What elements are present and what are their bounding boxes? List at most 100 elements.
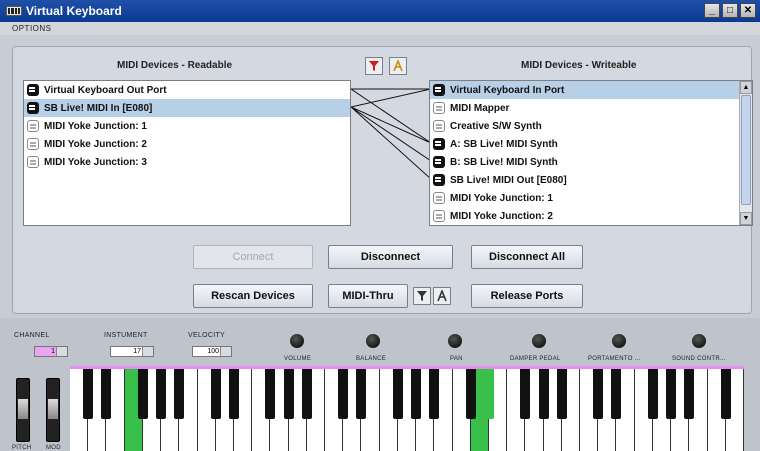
midi-port-icon bbox=[433, 210, 445, 222]
damper-pedal-knob[interactable] bbox=[532, 334, 546, 348]
readable-devices-list[interactable]: Virtual Keyboard Out Port SB Live! MIDI I… bbox=[23, 80, 351, 226]
readable-device-item[interactable]: Virtual Keyboard Out Port bbox=[24, 81, 350, 99]
black-key[interactable] bbox=[411, 369, 422, 419]
readable-device-item[interactable]: MIDI Yoke Junction: 1 bbox=[24, 117, 350, 135]
readable-device-item[interactable]: MIDI Yoke Junction: 3 bbox=[24, 153, 350, 171]
midi-port-icon bbox=[433, 102, 445, 114]
balance-knob[interactable] bbox=[366, 334, 380, 348]
pitch-wheel[interactable] bbox=[16, 378, 30, 442]
portamento-label: PORTAMENTO ... bbox=[588, 356, 641, 362]
portamento-knob[interactable] bbox=[612, 334, 626, 348]
mod-wheel[interactable] bbox=[46, 378, 60, 442]
readable-device-item-label: MIDI Yoke Junction: 3 bbox=[44, 156, 147, 168]
minimize-button[interactable]: _ bbox=[704, 3, 720, 18]
rescan-devices-button[interactable]: Rescan Devices bbox=[193, 284, 313, 308]
black-key[interactable] bbox=[465, 369, 476, 419]
keyboard-app-icon bbox=[6, 6, 22, 16]
midi-thru-button[interactable]: MIDI-Thru bbox=[328, 284, 408, 308]
writeable-device-item-label: MIDI Yoke Junction: 1 bbox=[450, 192, 553, 204]
black-key[interactable] bbox=[338, 369, 349, 419]
disconnect-button[interactable]: Disconnect bbox=[328, 245, 453, 269]
scroll-up-arrow-icon[interactable]: ▲ bbox=[740, 81, 752, 94]
channel-label: CHANNEL bbox=[14, 332, 50, 339]
black-key[interactable] bbox=[265, 369, 276, 419]
writeable-scrollbar[interactable]: ▲ ▼ bbox=[739, 81, 752, 225]
release-ports-button[interactable]: Release Ports bbox=[471, 284, 583, 308]
channel-spinner[interactable]: 1 bbox=[34, 346, 68, 357]
black-key[interactable] bbox=[101, 369, 112, 419]
black-key[interactable] bbox=[720, 369, 731, 419]
scroll-down-arrow-icon[interactable]: ▼ bbox=[740, 212, 752, 225]
readable-device-item[interactable]: MIDI Yoke Junction: 2 bbox=[24, 135, 350, 153]
velocity-spinner[interactable]: 100 bbox=[192, 346, 232, 357]
black-key[interactable] bbox=[356, 369, 367, 419]
midi-thru-font-button[interactable] bbox=[433, 287, 451, 305]
black-key[interactable] bbox=[684, 369, 695, 419]
black-key[interactable] bbox=[593, 369, 604, 419]
black-key[interactable] bbox=[210, 369, 221, 419]
midi-port-icon bbox=[27, 84, 39, 96]
writeable-device-item[interactable]: Creative S/W Synth bbox=[430, 117, 752, 135]
device-panel: MIDI Devices - Readable MIDI Devices - W… bbox=[12, 46, 753, 314]
writeable-device-item-label: SB Live! MIDI Out [E080] bbox=[450, 174, 567, 186]
midi-port-icon bbox=[27, 120, 39, 132]
black-key[interactable] bbox=[392, 369, 403, 419]
writeable-device-item[interactable]: MIDI Yoke Junction: 2 bbox=[430, 207, 752, 225]
connection-lines bbox=[351, 88, 431, 180]
sound-controller-label: SOUND CONTR... bbox=[672, 356, 726, 362]
font-a-icon bbox=[393, 60, 403, 72]
pitch-label: PITCH bbox=[12, 445, 32, 451]
midi-thru-filter-button[interactable] bbox=[413, 287, 431, 305]
readable-device-item-label: SB Live! MIDI In [E080] bbox=[44, 102, 153, 114]
sound-controller-knob[interactable] bbox=[692, 334, 706, 348]
disconnect-all-button[interactable]: Disconnect All bbox=[471, 245, 583, 269]
writeable-device-item[interactable]: MIDI Mapper bbox=[430, 99, 752, 117]
pan-knob[interactable] bbox=[448, 334, 462, 348]
writeable-device-item[interactable]: MIDI Yoke Junction: 1 bbox=[430, 189, 752, 207]
menu-options[interactable]: OPTIONS bbox=[12, 24, 52, 33]
writeable-device-item-label: Creative S/W Synth bbox=[450, 120, 542, 132]
black-key[interactable] bbox=[611, 369, 622, 419]
black-key[interactable] bbox=[301, 369, 312, 419]
black-key[interactable] bbox=[429, 369, 440, 419]
midi-port-icon bbox=[433, 192, 445, 204]
writeable-device-item[interactable]: B: SB Live! MIDI Synth bbox=[430, 153, 752, 171]
black-key[interactable] bbox=[647, 369, 658, 419]
black-key[interactable] bbox=[156, 369, 167, 419]
writeable-device-item-label: MIDI Yoke Junction: 2 bbox=[450, 210, 553, 222]
close-button[interactable]: ✕ bbox=[740, 3, 756, 18]
writeable-device-item-label: Virtual Keyboard In Port bbox=[450, 84, 565, 96]
black-key[interactable] bbox=[228, 369, 239, 419]
writeable-device-item[interactable]: Virtual Keyboard In Port bbox=[430, 81, 752, 99]
writeable-device-item-label: A: SB Live! MIDI Synth bbox=[450, 138, 558, 150]
writeable-devices-list[interactable]: Virtual Keyboard In Port MIDI Mapper Creat… bbox=[429, 80, 753, 226]
readable-device-item-label: MIDI Yoke Junction: 1 bbox=[44, 120, 147, 132]
black-key[interactable] bbox=[283, 369, 294, 419]
instrument-spinner[interactable]: 17 bbox=[110, 346, 154, 357]
black-key[interactable] bbox=[520, 369, 531, 419]
midi-port-icon bbox=[433, 84, 445, 96]
writeable-device-item[interactable]: SB Live! MIDI Out [E080] bbox=[430, 171, 752, 189]
filter-icon bbox=[417, 291, 427, 301]
black-key[interactable] bbox=[666, 369, 677, 419]
volume-knob[interactable] bbox=[290, 334, 304, 348]
black-key[interactable] bbox=[174, 369, 185, 419]
damper-pedal-label: DAMPER PEDAL bbox=[510, 356, 561, 362]
piano-keyboard[interactable] bbox=[70, 366, 744, 451]
scroll-thumb[interactable] bbox=[741, 95, 751, 205]
mod-label: MOD bbox=[46, 445, 61, 451]
black-key[interactable] bbox=[83, 369, 94, 419]
maximize-button[interactable]: □ bbox=[722, 3, 738, 18]
black-key[interactable] bbox=[137, 369, 148, 419]
writeable-devices-title: MIDI Devices - Writeable bbox=[521, 60, 637, 71]
autoconnect-button[interactable] bbox=[389, 57, 407, 75]
font-a-icon bbox=[437, 290, 447, 302]
black-key[interactable] bbox=[483, 369, 494, 419]
black-key[interactable] bbox=[538, 369, 549, 419]
black-key[interactable] bbox=[556, 369, 567, 419]
filter-button[interactable] bbox=[365, 57, 383, 75]
midi-port-icon bbox=[27, 102, 39, 114]
readable-device-item[interactable]: SB Live! MIDI In [E080] bbox=[24, 99, 350, 117]
writeable-device-item[interactable]: A: SB Live! MIDI Synth bbox=[430, 135, 752, 153]
connect-button[interactable]: Connect bbox=[193, 245, 313, 269]
